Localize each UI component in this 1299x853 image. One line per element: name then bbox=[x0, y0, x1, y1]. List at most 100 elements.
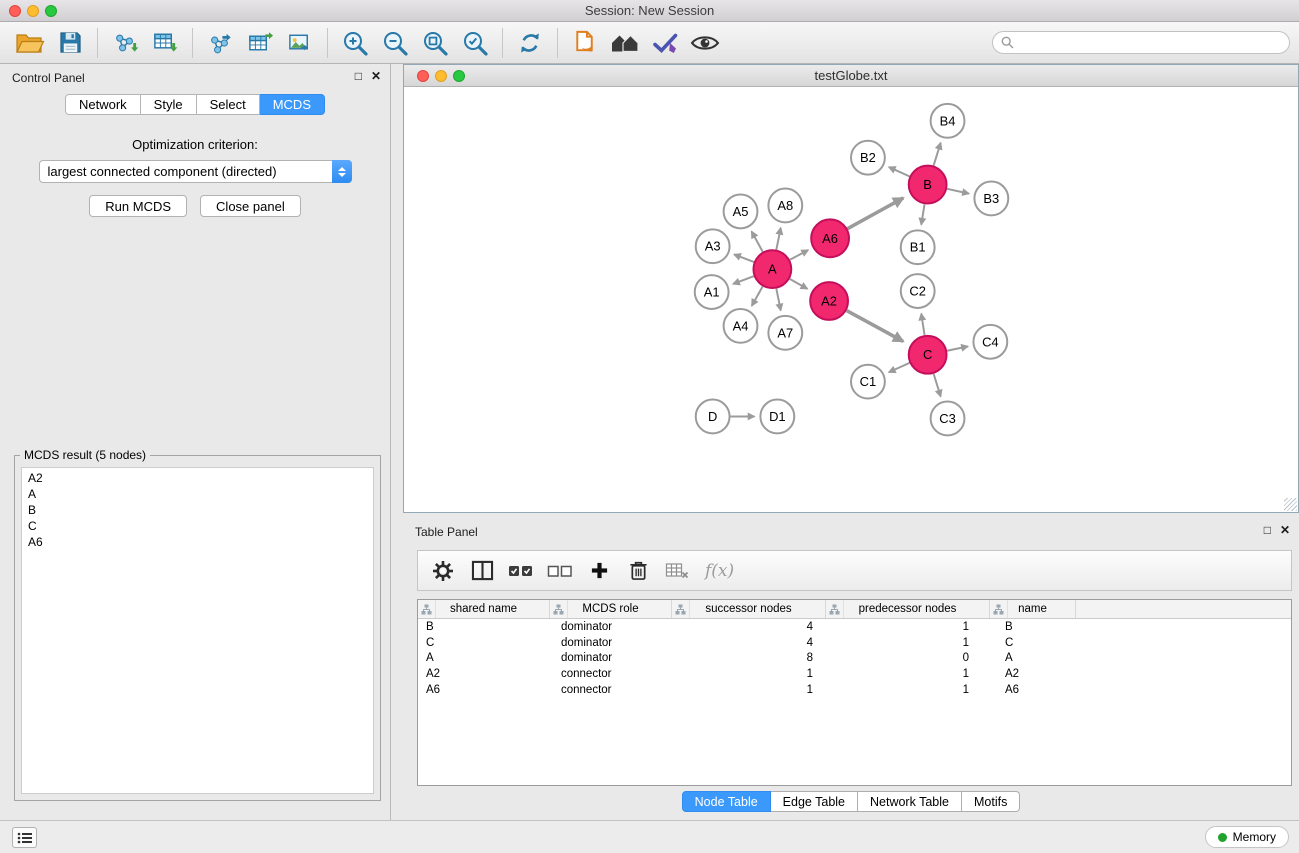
delete-row-button[interactable] bbox=[623, 554, 653, 588]
save-session-button[interactable] bbox=[50, 25, 90, 61]
tab-mcds[interactable]: MCDS bbox=[260, 94, 325, 115]
graph-node-C[interactable]: C bbox=[909, 336, 947, 374]
zoom-fit-button[interactable] bbox=[415, 25, 455, 61]
table-row-c[interactable]: Cdominator41C bbox=[418, 635, 1291, 651]
graph-edge-C-C3[interactable] bbox=[934, 374, 941, 397]
graph-node-A6[interactable]: A6 bbox=[811, 219, 849, 257]
run-mcds-button[interactable]: Run MCDS bbox=[89, 195, 187, 217]
tab-node-table[interactable]: Node Table bbox=[682, 791, 771, 812]
open-session-button[interactable] bbox=[10, 25, 50, 61]
graph-node-B1[interactable]: B1 bbox=[901, 230, 935, 264]
tab-network[interactable]: Network bbox=[65, 94, 141, 115]
column-header-name[interactable]: name bbox=[990, 600, 1076, 618]
graph-edge-C-C1[interactable] bbox=[889, 363, 910, 372]
column-header-predecessor-nodes[interactable]: predecessor nodes bbox=[826, 600, 990, 618]
network-canvas[interactable]: B4 B2 B B3 A5 A8 A6 B1 A3 A A1 C2 A2 A4 A7 C4 C C1 C3 D D1 bbox=[404, 87, 1298, 512]
zoom-selected-button[interactable] bbox=[455, 25, 495, 61]
graph-node-A5[interactable]: A5 bbox=[724, 194, 758, 228]
close-panel-icon[interactable]: ✕ bbox=[371, 69, 381, 83]
add-row-button[interactable] bbox=[584, 554, 614, 588]
graph-node-A8[interactable]: A8 bbox=[768, 189, 802, 223]
criterion-select[interactable]: largest connected component (directed) bbox=[39, 160, 352, 183]
column-header-mcds-role[interactable]: MCDS role bbox=[550, 600, 672, 618]
result-item-a6[interactable]: A6 bbox=[22, 534, 373, 550]
graph-node-B2[interactable]: B2 bbox=[851, 141, 885, 175]
graph-node-A1[interactable]: A1 bbox=[695, 275, 729, 309]
network-graph[interactable]: B4 B2 B B3 A5 A8 A6 B1 A3 A A1 C2 A2 A4 A7 C4 C C1 C3 D D1 bbox=[404, 87, 1298, 512]
float-panel-icon[interactable]: □ bbox=[355, 69, 362, 83]
import-table-button[interactable] bbox=[145, 25, 185, 61]
graph-node-C3[interactable]: C3 bbox=[931, 402, 965, 436]
graph-edge-B-B2[interactable] bbox=[889, 167, 910, 176]
result-item-a2[interactable]: A2 bbox=[22, 470, 373, 486]
graph-edge-C-C4[interactable] bbox=[947, 346, 968, 350]
table-row-a2[interactable]: A2connector11A2 bbox=[418, 666, 1291, 682]
graph-edge-A-A6[interactable] bbox=[790, 250, 808, 260]
graph-node-A3[interactable]: A3 bbox=[696, 229, 730, 263]
result-item-a[interactable]: A bbox=[22, 486, 373, 502]
result-item-c[interactable]: C bbox=[22, 518, 373, 534]
resize-grip[interactable] bbox=[1284, 498, 1297, 511]
function-builder-button[interactable]: f(x) bbox=[701, 561, 734, 581]
float-table-panel-icon[interactable]: □ bbox=[1264, 523, 1271, 537]
document-arrow-button[interactable] bbox=[565, 25, 605, 61]
graph-edge-A-A3[interactable] bbox=[734, 254, 754, 262]
zoom-in-button[interactable] bbox=[335, 25, 375, 61]
graph-node-C2[interactable]: C2 bbox=[901, 274, 935, 308]
graph-edge-A-A8[interactable] bbox=[776, 228, 780, 250]
export-image-button[interactable] bbox=[280, 25, 320, 61]
eye-button[interactable] bbox=[685, 25, 725, 61]
search-field[interactable] bbox=[992, 31, 1290, 54]
graph-edge-A-A7[interactable] bbox=[776, 289, 780, 311]
graph-node-D[interactable]: D bbox=[696, 400, 730, 434]
tab-edge-table[interactable]: Edge Table bbox=[771, 791, 858, 812]
import-network-button[interactable] bbox=[105, 25, 145, 61]
tab-motifs[interactable]: Motifs bbox=[962, 791, 1020, 812]
graph-node-A7[interactable]: A7 bbox=[768, 316, 802, 350]
table-row-a[interactable]: Adominator80A bbox=[418, 650, 1291, 666]
graph-edge-C-C2[interactable] bbox=[921, 314, 924, 335]
apply-layout-button[interactable] bbox=[510, 25, 550, 61]
graph-edge-A-A2[interactable] bbox=[790, 279, 808, 289]
graph-node-B4[interactable]: B4 bbox=[931, 104, 965, 138]
mcds-result-list[interactable]: A2ABCA6 bbox=[21, 467, 374, 794]
graph-edge-B-B4[interactable] bbox=[934, 143, 941, 166]
graph-node-D1[interactable]: D1 bbox=[760, 400, 794, 434]
export-table-button[interactable] bbox=[240, 25, 280, 61]
select-all-button[interactable] bbox=[506, 554, 536, 588]
graph-node-C4[interactable]: C4 bbox=[973, 325, 1007, 359]
task-history-button[interactable] bbox=[12, 827, 37, 848]
graph-node-C1[interactable]: C1 bbox=[851, 365, 885, 399]
graph-edge-B-B3[interactable] bbox=[947, 189, 969, 194]
column-header-shared-name[interactable]: shared name bbox=[418, 600, 550, 618]
settings-gear-button[interactable] bbox=[428, 554, 458, 588]
graph-edge-A-A5[interactable] bbox=[752, 231, 763, 251]
tab-network-table[interactable]: Network Table bbox=[858, 791, 962, 812]
columns-button[interactable] bbox=[467, 554, 497, 588]
column-header-successor-nodes[interactable]: successor nodes bbox=[672, 600, 826, 618]
zoom-out-button[interactable] bbox=[375, 25, 415, 61]
graph-node-A2[interactable]: A2 bbox=[810, 282, 848, 320]
close-table-panel-icon[interactable]: ✕ bbox=[1280, 523, 1290, 537]
graph-edge-A2-C[interactable] bbox=[847, 311, 904, 342]
result-item-b[interactable]: B bbox=[22, 502, 373, 518]
deselect-all-button[interactable] bbox=[545, 554, 575, 588]
close-panel-button[interactable]: Close panel bbox=[200, 195, 301, 217]
tab-select[interactable]: Select bbox=[197, 94, 260, 115]
graph-edge-B-B1[interactable] bbox=[921, 204, 924, 224]
graph-node-A[interactable]: A bbox=[753, 250, 791, 288]
delete-table-button[interactable] bbox=[662, 554, 692, 588]
table-row-a6[interactable]: A6connector11A6 bbox=[418, 682, 1291, 698]
graph-node-B[interactable]: B bbox=[909, 166, 947, 204]
home-button[interactable] bbox=[605, 25, 645, 61]
tab-style[interactable]: Style bbox=[141, 94, 197, 115]
graph-edge-A-A4[interactable] bbox=[752, 286, 763, 305]
export-network-button[interactable] bbox=[200, 25, 240, 61]
search-input[interactable] bbox=[1018, 32, 1289, 53]
table-row-b[interactable]: Bdominator41B bbox=[418, 619, 1291, 635]
graph-edge-A-A1[interactable] bbox=[733, 276, 754, 284]
graph-edge-A6-B[interactable] bbox=[848, 198, 904, 229]
graph-node-A4[interactable]: A4 bbox=[724, 309, 758, 343]
style-check-button[interactable] bbox=[645, 25, 685, 61]
graph-node-B3[interactable]: B3 bbox=[974, 182, 1008, 216]
